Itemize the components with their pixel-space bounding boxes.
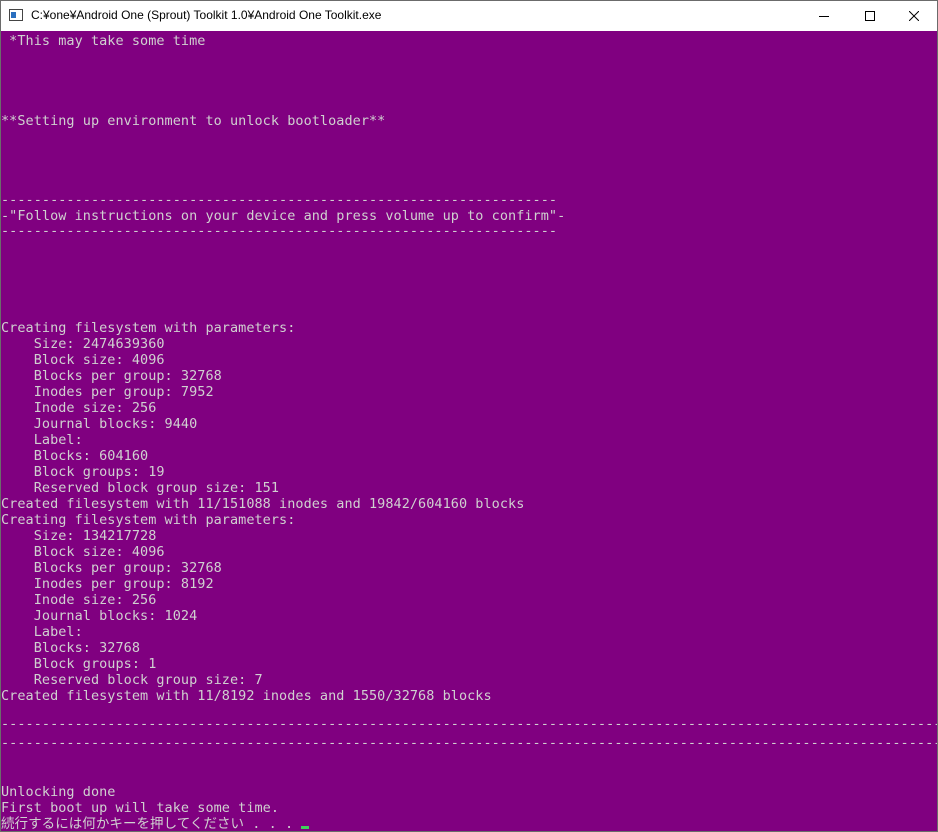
maximize-icon [865,11,875,21]
close-icon [909,11,919,21]
console-line: ----------------------------------------… [1,223,558,239]
console-line: Inodes per group: 8192 [1,576,214,592]
console-line: Blocks per group: 32768 [1,560,222,576]
console-line: Journal blocks: 1024 [1,608,198,624]
prompt-text: 続行するには何かキーを押してください . . . [1,816,302,832]
console-line: Label: [1,432,83,448]
console-line: First boot up will take some time. [1,800,280,816]
console-line: Reserved block group size: 151 [1,480,280,496]
text-cursor [301,826,310,829]
prompt-line: 続行するには何かキーを押してください . . . [1,816,310,832]
console-line: Created filesystem with 11/151088 inodes… [1,496,525,512]
console-line: Inode size: 256 [1,592,157,608]
close-button[interactable] [891,1,937,31]
console-line: Journal blocks: 9440 [1,416,198,432]
console-line: *This may take some time [1,33,206,49]
console-line: Blocks: 604160 [1,448,149,464]
maximize-button[interactable] [847,1,893,31]
console-line: Label: [1,624,83,640]
console-output[interactable]: *This may take some time **Setting up en… [1,32,937,832]
console-line: Created filesystem with 11/8192 inodes a… [1,688,492,704]
console-line: Block groups: 1 [1,656,157,672]
console-line: Creating filesystem with parameters: [1,512,296,528]
minimize-icon [819,16,829,17]
console-line: Creating filesystem with parameters: [1,320,296,336]
console-line: Block groups: 19 [1,464,165,480]
console-line: Unlocking done [1,784,116,800]
console-app-icon[interactable] [9,9,23,21]
separator-line: ----------------------------------------… [1,716,937,732]
console-line: Size: 2474639360 [1,336,165,352]
title-bar[interactable]: C:¥one¥Android One (Sprout) Toolkit 1.0¥… [1,1,937,31]
console-window: C:¥one¥Android One (Sprout) Toolkit 1.0¥… [0,0,938,832]
console-line: Blocks: 32768 [1,640,141,656]
minimize-button[interactable] [801,1,847,31]
console-line: -"Follow instructions on your device and… [1,208,566,224]
console-line: Block size: 4096 [1,352,165,368]
console-line: **Setting up environment to unlock bootl… [1,113,386,129]
console-line: Inode size: 256 [1,400,157,416]
console-line: Block size: 4096 [1,544,165,560]
console-line: Inodes per group: 7952 [1,384,214,400]
console-line: Reserved block group size: 7 [1,672,263,688]
console-line: Size: 134217728 [1,528,157,544]
console-line: Blocks per group: 32768 [1,368,222,384]
separator-line: ----------------------------------------… [1,735,937,751]
window-title: C:¥one¥Android One (Sprout) Toolkit 1.0¥… [31,8,382,22]
console-line: ----------------------------------------… [1,192,558,208]
